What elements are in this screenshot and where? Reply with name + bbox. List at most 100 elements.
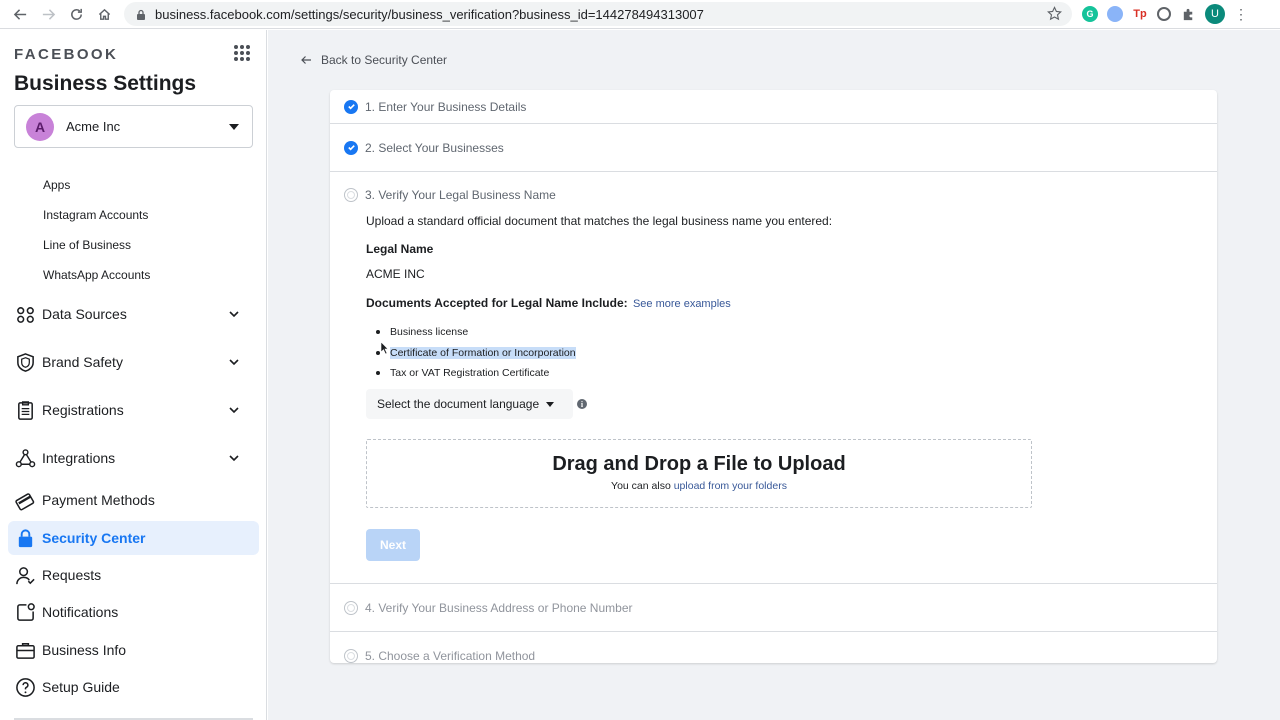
list-item: Certificate of Formation or Incorporatio…: [376, 343, 576, 364]
radio-pending-icon: [344, 649, 358, 663]
question-icon: [14, 676, 36, 698]
checkmark-icon: [344, 99, 358, 114]
account-name: Acme Inc: [66, 119, 121, 134]
apps-grid-icon[interactable]: [234, 45, 250, 61]
lock-icon: [137, 9, 145, 20]
document-name: Tax or VAT Registration Certificate: [390, 367, 550, 380]
mouse-cursor-icon: [380, 341, 389, 355]
step-label: 5. Choose a Verification Method: [365, 649, 536, 663]
sidebar-item-setup-guide[interactable]: Setup Guide: [8, 670, 259, 704]
credit-card-icon: [14, 489, 36, 511]
step-5[interactable]: 5. Choose a Verification Method: [330, 632, 1217, 663]
browser-toolbar: business.facebook.com/settings/security/…: [0, 0, 1280, 29]
dropzone-title: Drag and Drop a File to Upload: [552, 453, 846, 475]
checkmark-icon: [344, 140, 358, 155]
sidebar-item-label: Setup Guide: [42, 679, 120, 695]
documents-heading: Documents Accepted for Legal Name Includ…: [366, 296, 731, 310]
upload-instruction: Upload a standard official document that…: [366, 214, 833, 228]
step-label: 1. Enter Your Business Details: [365, 99, 527, 114]
compass-extension-icon[interactable]: [1157, 7, 1171, 21]
sidebar-item-label: Data Sources: [42, 306, 127, 322]
sidebar-item-whatsapp-accounts[interactable]: WhatsApp Accounts: [43, 268, 150, 282]
sidebar-item-label: Notifications: [42, 604, 119, 620]
integrations-icon: [14, 447, 36, 469]
kebab-menu-icon[interactable]: ⋮: [1234, 6, 1248, 23]
bookmark-star-icon[interactable]: [1047, 6, 1062, 21]
sidebar-item-label: Payment Methods: [42, 492, 155, 508]
sidebar-item-requests[interactable]: Requests: [8, 558, 259, 592]
step-label: 4. Verify Your Business Address or Phone…: [365, 600, 633, 615]
file-dropzone[interactable]: Drag and Drop a File to Upload You can a…: [366, 439, 1032, 508]
radio-pending-icon: [344, 600, 358, 615]
list-item: Tax or VAT Registration Certificate: [376, 363, 576, 384]
back-arrow-icon[interactable]: [6, 0, 34, 28]
facebook-logo: FACEBOOK: [14, 46, 119, 63]
step-1[interactable]: 1. Enter Your Business Details: [330, 90, 1217, 124]
language-select-label: Select the document language: [377, 397, 540, 411]
radio-pending-icon: [344, 188, 358, 202]
sidebar-item-notifications[interactable]: Notifications: [8, 595, 259, 629]
sidebar: FACEBOOK Business Settings A Acme Inc Ap…: [0, 30, 267, 720]
step-label: 2. Select Your Businesses: [365, 140, 504, 155]
sidebar-item-line-of-business[interactable]: Line of Business: [43, 238, 131, 252]
sidebar-item-brand-safety[interactable]: Brand Safety: [8, 345, 259, 379]
see-more-examples-link[interactable]: See more examples: [633, 298, 731, 310]
legal-name-label: Legal Name: [366, 242, 434, 256]
puzzle-extensions-icon[interactable]: [1180, 6, 1196, 22]
account-avatar: A: [26, 112, 54, 141]
step-2[interactable]: 2. Select Your Businesses: [330, 124, 1217, 172]
url-text: business.facebook.com/settings/security/…: [155, 6, 704, 22]
reload-icon[interactable]: [62, 0, 90, 28]
tp-extension-icon[interactable]: Tp: [1132, 6, 1148, 22]
sidebar-item-payment-methods[interactable]: Payment Methods: [8, 483, 259, 517]
bell-icon: [14, 601, 36, 623]
lock-icon: [14, 527, 36, 549]
sidebar-item-label: Registrations: [42, 402, 124, 418]
sidebar-item-registrations[interactable]: Registrations: [8, 393, 259, 427]
forward-arrow-icon[interactable]: [34, 0, 62, 28]
sidebar-item-label: Brand Safety: [42, 354, 123, 370]
sidebar-item-data-sources[interactable]: Data Sources: [8, 297, 259, 331]
address-bar[interactable]: business.facebook.com/settings/security/…: [124, 2, 1072, 26]
extension-icon[interactable]: [1107, 6, 1123, 22]
sidebar-item-security-center[interactable]: Security Center: [8, 521, 259, 555]
back-link-label: Back to Security Center: [321, 53, 448, 67]
list-item: Business license: [376, 322, 576, 343]
sidebar-item-label: Requests: [42, 567, 102, 583]
document-language-select[interactable]: Select the document language: [366, 389, 573, 419]
sidebar-item-business-info[interactable]: Business Info: [8, 633, 259, 667]
document-list: Business license Certificate of Formatio…: [376, 322, 576, 384]
sidebar-item-instagram-accounts[interactable]: Instagram Accounts: [43, 208, 148, 222]
profile-avatar[interactable]: U: [1205, 4, 1225, 24]
chevron-down-icon: [229, 455, 239, 462]
chevron-down-icon: [229, 359, 239, 366]
dropzone-subtitle: You can also upload from your folders: [367, 480, 1031, 492]
shield-icon: [14, 351, 36, 373]
upload-from-folders-link[interactable]: upload from your folders: [674, 480, 787, 492]
briefcase-icon: [14, 639, 36, 661]
person-icon: [14, 564, 36, 586]
arrow-left-icon: [301, 56, 311, 64]
documents-heading-text: Documents Accepted for Legal Name Includ…: [366, 296, 628, 310]
next-button[interactable]: Next: [366, 529, 420, 561]
sidebar-item-label: Business Info: [42, 642, 127, 658]
step-label: 3. Verify Your Legal Business Name: [365, 188, 556, 202]
home-icon[interactable]: [90, 0, 118, 28]
sidebar-item-integrations[interactable]: Integrations: [8, 441, 259, 475]
account-selector[interactable]: A Acme Inc: [14, 105, 253, 148]
dropzone-sub-prefix: You can also: [611, 480, 671, 492]
chevron-down-icon: [229, 311, 239, 318]
caret-down-icon: [229, 124, 239, 130]
info-icon[interactable]: i: [577, 399, 587, 409]
back-to-security-center-link[interactable]: Back to Security Center: [300, 53, 447, 67]
document-name: Certificate of Formation or Incorporatio…: [390, 346, 576, 359]
chevron-down-icon: [229, 407, 239, 414]
caret-down-icon: [546, 401, 555, 407]
sidebar-item-label: Security Center: [42, 530, 146, 546]
verification-card: 1. Enter Your Business Details 2. Select…: [330, 90, 1217, 663]
step-4[interactable]: 4. Verify Your Business Address or Phone…: [330, 584, 1217, 632]
sidebar-item-apps[interactable]: Apps: [43, 178, 70, 192]
clipboard-icon: [14, 399, 36, 421]
sidebar-item-label: Integrations: [42, 450, 116, 466]
grammarly-extension-icon[interactable]: G: [1082, 6, 1098, 22]
